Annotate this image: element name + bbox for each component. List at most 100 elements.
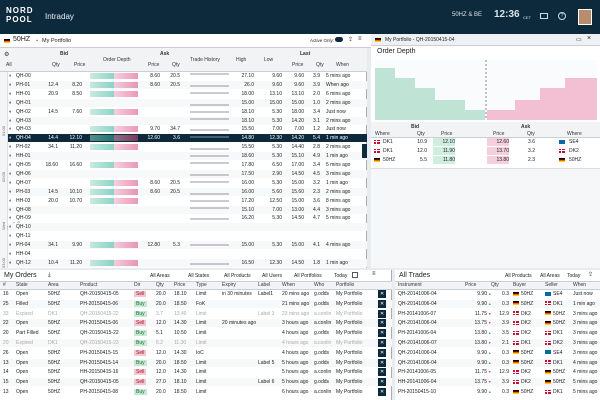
- area-selector[interactable]: 50HZ: [13, 36, 30, 43]
- order-row[interactable]: 13 Open 50HZ PH-20150415-14 Buy 20.0 18.50 Limi…: [0, 358, 392, 367]
- trade-row[interactable]: PH-20141006-07 11.75 ▼ 12.9 DK2 50HZ 3 mins ag…: [395, 310, 600, 318]
- expand-icon[interactable]: ◐: [9, 143, 12, 151]
- order-book-row[interactable]: ◐ HH-03 20.0 10.70 17.20 12.50 15.00 3.6 8 mins …: [8, 197, 367, 205]
- portfolio-selector[interactable]: My Portfolio: [42, 38, 71, 44]
- expand-icon[interactable]: ◐: [9, 125, 12, 133]
- order-book-row[interactable]: ◐ QH-02 14.5 7.60 18.10 5.30 18.00 3.4 Just now: [8, 108, 367, 116]
- expand-icon[interactable]: ◐: [9, 152, 12, 160]
- order-row[interactable]: 33 Expired DK1 QH-20150415-22 Buy 3.7 13.40 Lim…: [0, 309, 392, 318]
- cancel-order-button[interactable]: ✕: [378, 348, 387, 357]
- od-row[interactable]: 50HZ 5.5 11.80 13.80 2.3 50HZ: [371, 156, 600, 164]
- help-icon[interactable]: ?: [558, 12, 566, 20]
- filter-trade-products[interactable]: All Products: [505, 273, 532, 279]
- avatar[interactable]: [578, 9, 592, 25]
- order-book-row[interactable]: ◐ HH-01 20.9 8.50 18.00 13.10 13.10 2.0 6 mins a…: [8, 90, 367, 98]
- expand-icon[interactable]: ◐: [9, 214, 12, 222]
- order-book-row[interactable]: ◐ QH-12 10.4 11.20 16.50 12.30 14.50 1.8 1 min a…: [8, 258, 367, 267]
- order-row[interactable]: 22 Open 50HZ PH-20150415-06 Sell 12.0 14.30 Lim…: [0, 319, 392, 328]
- expand-icon[interactable]: ◐: [9, 90, 12, 98]
- order-book-row[interactable]: ◐ QH-00 8.60 20.5 27.10 9.60 9.60 3.9 5 mins ago: [8, 72, 367, 80]
- filter-areas[interactable]: All Areas: [150, 273, 170, 279]
- expand-icon[interactable]: ◐: [9, 134, 12, 142]
- od-row[interactable]: DK1 10.9 12.10 12.60 3.6 SE4: [371, 138, 600, 146]
- trade-row[interactable]: PH-20141006-05 11.75 ▼ 12.9 DK2 50HZ 4 mins ag…: [395, 368, 600, 376]
- expand-icon[interactable]: ◐: [9, 117, 12, 125]
- order-book-row[interactable]: ◐ QH-11: [8, 232, 367, 240]
- order-row[interactable]: 25 Filled 50HZ PH-20150415-06 Buy 20.0 18.50 Fo…: [0, 299, 392, 308]
- filter-all[interactable]: All: [6, 62, 12, 68]
- expand-icon[interactable]: ◐: [9, 81, 12, 89]
- trade-row[interactable]: QH-20141006-04 9.90 ▲ 0.3 50HZ SE4 3 mins ago: [395, 349, 600, 357]
- market-selector[interactable]: 50HZ & BE: [452, 12, 482, 18]
- expand-icon[interactable]: ◐: [9, 170, 12, 178]
- expand-icon[interactable]: ◐: [9, 250, 12, 258]
- panel-resize-handle[interactable]: [362, 144, 367, 158]
- expand-icon[interactable]: ◐: [9, 206, 12, 214]
- nordpool-logo[interactable]: NORD POOL: [6, 6, 36, 28]
- filter-portfolios[interactable]: All Portfolios: [294, 273, 322, 279]
- close-icon[interactable]: ×: [587, 35, 591, 42]
- trade-row[interactable]: QH-20141006-04 9.90 ▲ 0.3 50HZ DK1 1 min ago: [395, 299, 600, 308]
- order-row[interactable]: 14 Open 50HZ HH-20150415-16 Sell 12.0 14.30 Lim…: [0, 368, 392, 377]
- order-row[interactable]: 15 Open 50HZ QH-20150415-05 Sell 27.0 18.10 Lim…: [0, 378, 392, 387]
- filter-trade-today[interactable]: Today: [567, 273, 580, 279]
- order-row[interactable]: 26 Open 50HZ PH-20150415-15 Sell 12.0 14.30 IoC…: [0, 348, 392, 357]
- od-row[interactable]: DK1 12.0 11.90 13.70 3.2 DK2: [371, 147, 600, 155]
- expand-icon[interactable]: ◐: [9, 108, 12, 116]
- order-row[interactable]: 20 Expired DK1 QH-20150415-23 Buy 6.2 11.30 Lim…: [0, 339, 392, 347]
- order-book-row[interactable]: ◐ QH-01 15.00 15.00 15.00 1.0 2 mins ago: [8, 98, 367, 107]
- order-book-row[interactable]: ◐ QH-04 14.4 12.10 12.60 3.6 14.80 12.30 14.20 5.…: [8, 134, 367, 143]
- cancel-order-button[interactable]: ✕: [378, 358, 387, 367]
- order-book-row[interactable]: ◐ PH-01 12.4 8.20 8.60 20.5 26.0 9.60 9.60 3.9 Whe…: [8, 80, 367, 89]
- trade-row[interactable]: PH-20150415-10 9.90 ▲ 0.3 50HZ DK1 5 mins ago: [395, 388, 600, 396]
- order-row[interactable]: 13 Open 50HZ PH-20150415-08 Buy 20.0 18.50 Limi…: [0, 388, 392, 396]
- cancel-order-button[interactable]: ✕: [378, 329, 387, 338]
- order-row[interactable]: 16 Open 50HZ QH-20150415-05 Sell 20.0 18.10 Lim…: [0, 290, 392, 298]
- expand-icon[interactable]: ◐: [9, 232, 12, 240]
- chevron-down-icon[interactable]: ⌄: [35, 37, 39, 43]
- filter-products[interactable]: All Products: [224, 273, 251, 279]
- cancel-order-button[interactable]: ✕: [378, 319, 387, 328]
- order-book-row[interactable]: ◐ QH-07 8.60 20.5 16.00 5.30 15.00 3.2 1 min ago: [8, 179, 367, 187]
- order-book-row[interactable]: ◐ QH-03 18.10 5.30 14.20 3.1 2 mins ago: [8, 116, 367, 125]
- filter-today[interactable]: Today: [334, 273, 347, 279]
- mail-icon[interactable]: [540, 13, 548, 19]
- menu-icon[interactable]: ≡: [358, 36, 362, 42]
- expand-icon[interactable]: ◐: [9, 99, 12, 107]
- export-icon[interactable]: ⇪: [348, 36, 353, 43]
- trade-row[interactable]: QH-20141006-04 13.75 ▼ 3.9 DK2 50HZ 3 mins ago: [395, 319, 600, 328]
- download-icon[interactable]: ⤓: [48, 272, 51, 279]
- trade-row[interactable]: PH-20141006-04 13.80 ▲ 3.5 DK2 DK1 3 mins ago: [395, 329, 600, 337]
- my-orders-title[interactable]: My Orders: [4, 272, 37, 279]
- cancel-order-button[interactable]: ✕: [378, 290, 387, 298]
- expand-icon[interactable]: ◐: [9, 179, 12, 187]
- active-only-toggle[interactable]: [335, 37, 343, 42]
- order-book-row[interactable]: ◐ QH-09 16.20 5.30 14.50 4.7 5 mins ago: [8, 214, 367, 222]
- expand-icon[interactable]: ◐: [9, 241, 12, 249]
- expand-icon[interactable]: ◐: [9, 259, 12, 267]
- order-book-row[interactable]: ◐ PH-02 34.1 11.20 15.50 5.30 14.40 2.8 2 mins a…: [8, 143, 367, 151]
- order-book-row[interactable]: ◐ HH-04: [8, 250, 367, 258]
- expand-icon[interactable]: ◐: [9, 197, 12, 205]
- order-book-row[interactable]: ◐ HH-01 18.60 5.30 15.10 4.9 1 min ago: [8, 152, 367, 161]
- trade-row[interactable]: QH-20141006-04 9.90 ▲ 0.3 50HZ DK1 4 mins ago: [395, 358, 600, 367]
- filter-users[interactable]: All Users: [262, 273, 282, 279]
- expand-icon[interactable]: ◐: [9, 72, 12, 80]
- trades-export-icon[interactable]: ⇪: [588, 271, 593, 278]
- calendar-icon[interactable]: [352, 272, 358, 278]
- trade-row[interactable]: QH-20141006-07 13.80 ▼ 2.1 DK1 DK2 3 mins ago: [395, 339, 600, 347]
- gear-icon[interactable]: ⚙: [4, 51, 9, 58]
- order-book-row[interactable]: ◐ QH-10: [8, 223, 367, 232]
- cancel-order-button[interactable]: ✕: [378, 388, 387, 396]
- cancel-order-button[interactable]: ✕: [378, 378, 387, 387]
- filter-states[interactable]: All States: [188, 273, 209, 279]
- order-book-row[interactable]: ◐ QH-06 17.50 2.90 14.50 4.5 3 mins ago: [8, 169, 367, 178]
- window-icon[interactable]: ▭: [576, 36, 582, 43]
- expand-icon[interactable]: ◐: [9, 161, 12, 169]
- cancel-order-button[interactable]: ✕: [378, 339, 387, 347]
- order-book-row[interactable]: ◐ QH-03 9.70 34.7 15.50 7.00 7.00 1.2 Just now: [8, 125, 367, 133]
- expand-icon[interactable]: ◐: [9, 188, 12, 196]
- order-book-row[interactable]: ◐ QH-08 15.10 7.00 13.00 4.4 3 mins ago: [8, 205, 367, 214]
- order-row[interactable]: 20 Part Filled 50HZ QH-20150415-22 Buy 5.1 10.…: [0, 329, 392, 338]
- order-book-row[interactable]: ◐ QH-05 18.60 16.60 17.80 6.50 17.00 3.4 5 mins …: [8, 161, 367, 169]
